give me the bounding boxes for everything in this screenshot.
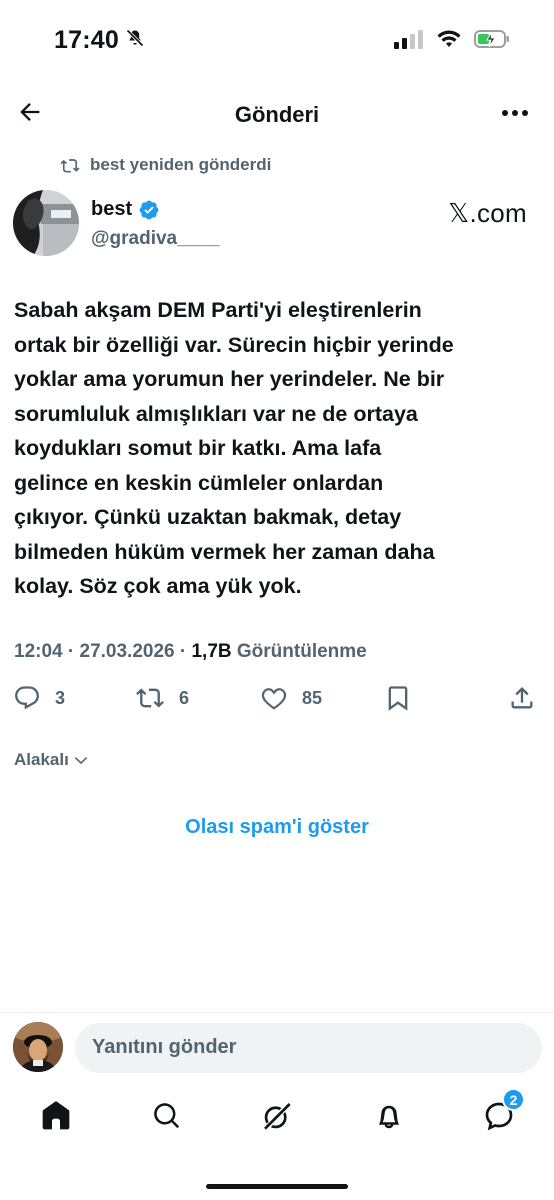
tweet-line: yoklar ama yorumun her yerindeler. Ne bi… bbox=[14, 367, 445, 391]
source-link[interactable]: 𝕏.com bbox=[448, 198, 527, 229]
home-icon bbox=[42, 1101, 70, 1130]
tab-notifications[interactable] bbox=[369, 1096, 409, 1136]
tab-grok[interactable] bbox=[257, 1096, 297, 1136]
views-count[interactable]: 1,7B bbox=[191, 641, 231, 662]
reply-composer-bar: Yanıtını gönder bbox=[0, 1012, 554, 1082]
user-avatar[interactable] bbox=[13, 1022, 63, 1072]
related-sort-dropdown[interactable]: Alakalı bbox=[14, 750, 89, 770]
tweet-line: çıkıyor. Çünkü uzaktan bakmak, detay bbox=[14, 505, 402, 529]
tweet-text: Sabah akşam DEM Parti'yi eleştirenlerin … bbox=[14, 293, 544, 604]
author-name-text: best bbox=[91, 198, 133, 220]
related-label: Alakalı bbox=[14, 750, 69, 769]
tweet-line: gelince en keskin cümleler onlardan bbox=[14, 470, 384, 495]
tweet-date[interactable]: 27.03.2026 bbox=[80, 641, 175, 662]
status-time: 17:40 bbox=[54, 26, 145, 55]
repost-button[interactable]: 6 bbox=[135, 684, 189, 712]
status-bar: 17:40 bbox=[0, 0, 554, 84]
clock-time: 17:40 bbox=[54, 26, 119, 54]
post-header: Gönderi bbox=[0, 84, 554, 144]
chevron-down-icon bbox=[74, 757, 88, 765]
reply-button[interactable]: 3 bbox=[13, 684, 65, 712]
show-spam-link[interactable]: Olası spam'i göster bbox=[0, 816, 554, 839]
repost-label: best yeniden gönderdi bbox=[90, 155, 272, 174]
bookmark-button[interactable] bbox=[384, 684, 412, 712]
share-button[interactable] bbox=[508, 684, 536, 712]
author-handle[interactable]: @gradiva____ bbox=[91, 228, 219, 250]
repost-count: 6 bbox=[179, 687, 190, 708]
silent-bell-icon bbox=[125, 26, 145, 55]
like-button[interactable]: 85 bbox=[260, 684, 322, 712]
tab-messages[interactable]: 2 bbox=[479, 1088, 525, 1136]
cellular-signal-icon bbox=[394, 29, 424, 54]
battery-charging-icon bbox=[474, 29, 510, 54]
tweet-line: bilmeden hüküm vermek her zaman daha bbox=[14, 539, 435, 564]
reply-count: 3 bbox=[55, 687, 66, 708]
author-row: best @gradiva____ 𝕏.com bbox=[13, 188, 543, 258]
wifi-icon bbox=[436, 29, 462, 54]
home-indicator bbox=[206, 1184, 348, 1189]
repost-icon bbox=[60, 159, 80, 173]
tweet-line: Sabah akşam DEM Parti'yi eleştirenlerin bbox=[14, 298, 422, 322]
share-icon bbox=[511, 687, 533, 709]
bell-icon bbox=[379, 1105, 399, 1129]
search-icon bbox=[154, 1103, 180, 1129]
author-name[interactable]: best bbox=[91, 198, 160, 221]
like-count: 85 bbox=[302, 687, 323, 708]
author-avatar[interactable] bbox=[13, 190, 79, 256]
meta-separator: · bbox=[67, 641, 75, 662]
bottom-tab-bar: 2 bbox=[0, 1082, 554, 1152]
reply-input[interactable]: Yanıtını gönder bbox=[75, 1023, 542, 1073]
verified-badge-icon bbox=[139, 200, 159, 219]
meta-separator: · bbox=[179, 641, 187, 662]
tweet-line: sorumluluk almışlıkları var ne de ortaya bbox=[14, 401, 418, 426]
messages-badge: 2 bbox=[502, 1088, 525, 1111]
tab-home[interactable] bbox=[36, 1096, 76, 1136]
tweet-time[interactable]: 12:04 bbox=[14, 641, 63, 662]
tweet-actions: 3 6 85 bbox=[0, 684, 554, 720]
reply-icon bbox=[15, 686, 39, 710]
page-title: Gönderi bbox=[234, 102, 320, 127]
views-label: Görüntülenme bbox=[236, 641, 367, 662]
repost-action-icon bbox=[136, 688, 164, 708]
tweet-line: kolay. Söz çok ama yük yok. bbox=[14, 574, 302, 598]
more-options-button[interactable] bbox=[498, 98, 532, 128]
tab-search[interactable] bbox=[147, 1096, 187, 1136]
tweet-meta: 12:04 · 27.03.2026 · 1,7B Görüntülenme bbox=[14, 641, 367, 663]
heart-icon bbox=[261, 688, 287, 710]
tweet-line: koydukları somut bir katkı. Ama lafa bbox=[14, 436, 382, 460]
bookmark-icon bbox=[388, 686, 408, 711]
more-dots-icon bbox=[502, 110, 528, 116]
status-icons bbox=[394, 29, 510, 54]
grok-icon bbox=[264, 1102, 291, 1130]
tweet-line: ortak bir özelliği var. Sürecin hiçbir y… bbox=[14, 332, 454, 357]
repost-indicator[interactable]: best yeniden gönderdi bbox=[60, 155, 271, 175]
